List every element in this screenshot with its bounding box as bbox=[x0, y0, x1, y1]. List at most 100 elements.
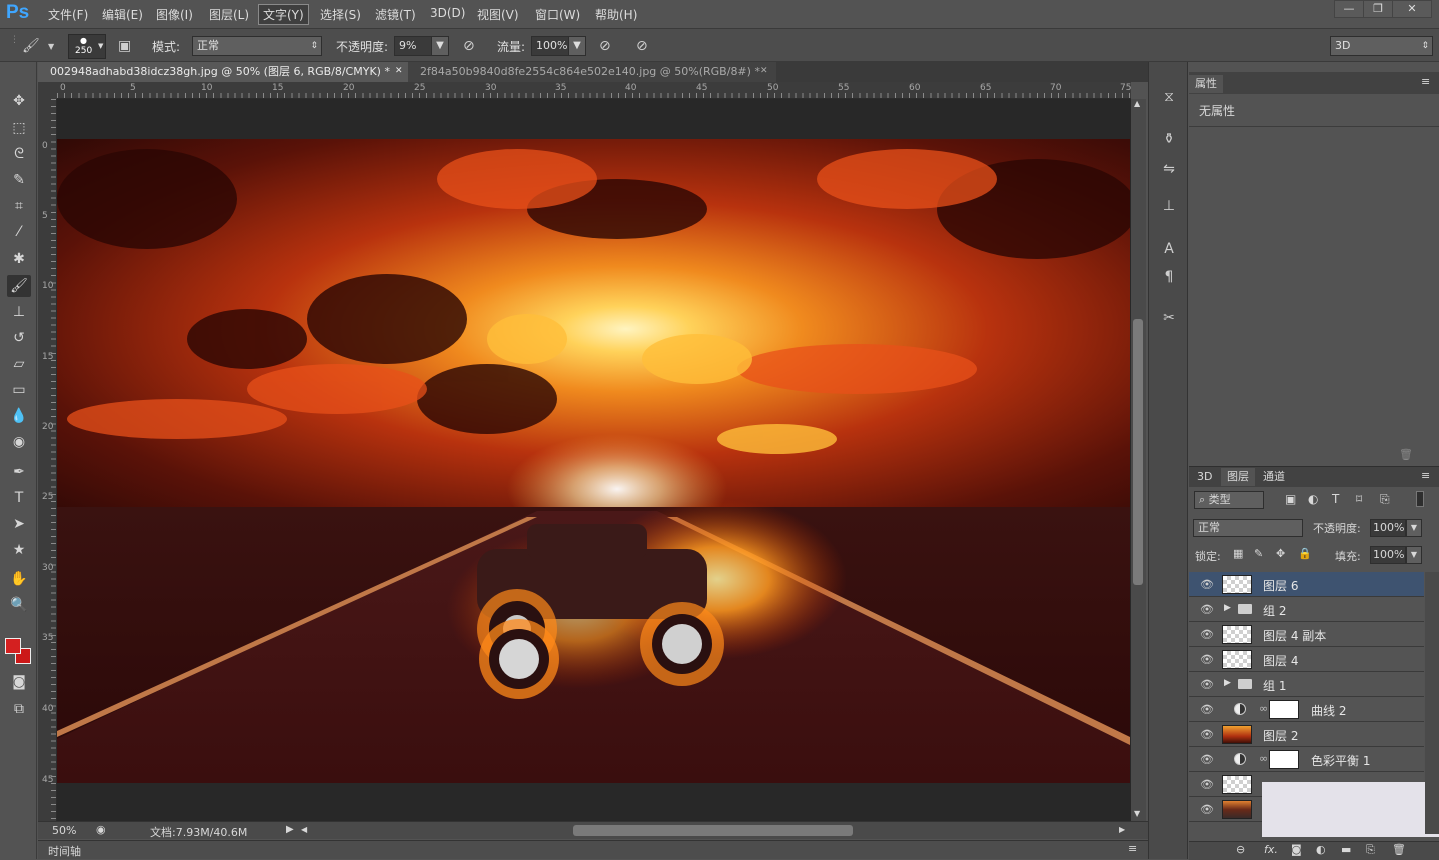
add-mask-icon[interactable]: ◙ bbox=[1291, 843, 1302, 856]
document-canvas[interactable] bbox=[57, 139, 1130, 783]
filter-adjustment-icon[interactable]: ◐ bbox=[1308, 492, 1318, 506]
menu-layer[interactable]: 图层(L) bbox=[205, 5, 253, 24]
stamp-icon[interactable]: ⊥ bbox=[7, 301, 31, 323]
tab-3d[interactable]: 3D bbox=[1191, 468, 1218, 486]
visibility-eye-icon[interactable]: 👁 bbox=[1200, 678, 1214, 691]
eyedropper-icon[interactable]: ⁄ bbox=[7, 221, 31, 243]
pressure-size-icon[interactable]: ⊘ bbox=[636, 38, 648, 54]
lock-position-icon[interactable]: ✥ bbox=[1276, 547, 1285, 560]
preset-dropdown-icon[interactable]: ▼ bbox=[48, 42, 54, 51]
blur-icon[interactable]: 💧 bbox=[7, 405, 31, 427]
layer-opacity-dropdown[interactable]: ▼ bbox=[1406, 519, 1422, 537]
dodge-icon[interactable]: ◉ bbox=[7, 431, 31, 453]
filter-shape-icon[interactable]: ⌑ bbox=[1356, 492, 1362, 506]
mode-select[interactable]: 正常 ⇕ bbox=[192, 36, 322, 56]
brush-presets-icon[interactable]: ⚱ bbox=[1158, 128, 1180, 150]
tab-document-2[interactable]: 2f84a50b9840d8fe2554c864e502e140.jpg @ 5… bbox=[408, 62, 776, 82]
scroll-up-icon[interactable]: ▲ bbox=[1134, 99, 1140, 108]
delete-layer-icon[interactable]: 🗑 bbox=[1392, 843, 1406, 856]
visibility-eye-icon[interactable]: 👁 bbox=[1200, 653, 1214, 666]
pen-icon[interactable]: ✒ bbox=[7, 461, 31, 483]
foreground-color-swatch[interactable] bbox=[5, 638, 21, 654]
close-icon[interactable]: ✕ bbox=[395, 62, 403, 81]
horizontal-scroll-thumb[interactable] bbox=[573, 825, 853, 836]
gradient-icon[interactable]: ▭ bbox=[7, 379, 31, 401]
vertical-scrollbar[interactable]: ▲ ▼ bbox=[1131, 99, 1146, 821]
menu-file[interactable]: 文件(F) bbox=[44, 5, 92, 24]
menu-view[interactable]: 视图(V) bbox=[473, 5, 523, 24]
visibility-eye-icon[interactable]: 👁 bbox=[1200, 803, 1214, 816]
minimize-button[interactable]: — bbox=[1334, 0, 1364, 18]
menu-image[interactable]: 图像(I) bbox=[152, 5, 197, 24]
quick-mask-icon[interactable]: ◙ bbox=[7, 671, 31, 693]
brush-size-picker[interactable]: ● 250 ▼ bbox=[68, 34, 106, 59]
timeline-tab[interactable]: 时间轴 bbox=[48, 843, 81, 859]
menu-select[interactable]: 选择(S) bbox=[316, 5, 365, 24]
expand-triangle-icon[interactable]: ▶ bbox=[1224, 603, 1231, 613]
trash-icon[interactable]: 🗑 bbox=[1399, 448, 1413, 461]
scroll-left-icon[interactable]: ◀ bbox=[301, 825, 307, 834]
blend-mode-select[interactable]: 正常 bbox=[1193, 519, 1303, 537]
status-menu-arrow-icon[interactable]: ▶ bbox=[286, 824, 294, 835]
layer-row[interactable]: 👁 图层 2 bbox=[1189, 722, 1424, 747]
path-select-icon[interactable]: ➤ bbox=[7, 513, 31, 535]
menu-filter[interactable]: 滤镜(T) bbox=[371, 5, 420, 24]
visibility-eye-icon[interactable]: 👁 bbox=[1200, 628, 1214, 641]
airbrush-icon[interactable]: ⊘ bbox=[599, 38, 611, 54]
new-adjustment-icon[interactable]: ◐ bbox=[1316, 843, 1326, 856]
visibility-eye-icon[interactable]: 👁 bbox=[1200, 728, 1214, 741]
adjust-settings-icon[interactable]: ⇋ bbox=[1158, 158, 1180, 180]
filter-kind-select[interactable]: ⌕ 类型 bbox=[1194, 491, 1264, 509]
lock-transparent-icon[interactable]: ▦ bbox=[1233, 547, 1243, 560]
visibility-eye-icon[interactable]: 👁 bbox=[1200, 703, 1214, 716]
history-brush-icon[interactable]: ↺ bbox=[7, 327, 31, 349]
tool-presets-icon[interactable]: ✂ bbox=[1158, 307, 1180, 329]
quick-select-icon[interactable]: ✎ bbox=[7, 169, 31, 191]
panel-menu-icon[interactable]: ≡ bbox=[1421, 75, 1430, 88]
zoom-level[interactable]: 50% bbox=[52, 824, 76, 837]
layer-opacity-input[interactable]: 100% bbox=[1370, 519, 1406, 537]
layer-row[interactable]: 👁 ▶ 组 1 bbox=[1189, 672, 1424, 697]
menu-3d[interactable]: 3D(D) bbox=[426, 5, 469, 21]
crop-icon[interactable]: ⌗ bbox=[7, 195, 31, 217]
shape-icon[interactable]: ★ bbox=[7, 539, 31, 561]
new-layer-icon[interactable]: ⎘ bbox=[1366, 843, 1375, 857]
tab-layers[interactable]: 图层 bbox=[1221, 468, 1255, 486]
menu-help[interactable]: 帮助(H) bbox=[591, 5, 641, 24]
layers-scrollbar[interactable] bbox=[1425, 572, 1439, 834]
visibility-eye-icon[interactable]: 👁 bbox=[1200, 753, 1214, 766]
menu-edit[interactable]: 编辑(E) bbox=[98, 5, 147, 24]
opacity-dropdown[interactable]: ▼ bbox=[431, 36, 449, 56]
menu-window[interactable]: 窗口(W) bbox=[531, 5, 584, 24]
opacity-input[interactable]: 9% bbox=[394, 36, 432, 56]
eraser-icon[interactable]: ▱ bbox=[7, 353, 31, 375]
flow-dropdown[interactable]: ▼ bbox=[568, 36, 586, 56]
workspace-select[interactable]: 3D ⇕ bbox=[1330, 36, 1433, 56]
filter-smart-icon[interactable]: ⎘ bbox=[1380, 492, 1390, 507]
new-group-icon[interactable]: ▬ bbox=[1341, 843, 1351, 856]
filter-toggle[interactable] bbox=[1416, 491, 1424, 507]
marquee-icon[interactable]: ⬚ bbox=[7, 117, 31, 139]
brush-preset-icon[interactable]: 🖌 bbox=[22, 38, 40, 54]
layer-row[interactable]: 👁 图层 6 bbox=[1189, 572, 1424, 597]
link-layers-icon[interactable]: ⊖ bbox=[1236, 843, 1245, 856]
layer-row[interactable]: 👁 ▶ 组 2 bbox=[1189, 597, 1424, 622]
scroll-right-icon[interactable]: ▶ bbox=[1119, 825, 1125, 834]
scroll-down-icon[interactable]: ▼ bbox=[1134, 809, 1140, 818]
visibility-eye-icon[interactable]: 👁 bbox=[1200, 578, 1214, 591]
scroll-thumb[interactable] bbox=[1133, 319, 1143, 585]
hand-icon[interactable]: ✋ bbox=[7, 568, 31, 590]
menu-type[interactable]: 文字(Y) bbox=[258, 4, 309, 25]
visibility-eye-icon[interactable]: 👁 bbox=[1200, 603, 1214, 616]
history-panel-icon[interactable]: ⧖ bbox=[1158, 86, 1180, 108]
close-icon[interactable]: ✕ bbox=[760, 62, 768, 81]
healing-icon[interactable]: ✱ bbox=[7, 248, 31, 270]
lasso-icon[interactable]: ᘓ bbox=[7, 143, 31, 165]
pressure-opacity-icon[interactable]: ⊘ bbox=[463, 38, 475, 54]
layer-row[interactable]: 👁 图层 4 副本 bbox=[1189, 622, 1424, 647]
layer-row[interactable]: 👁 ∞ 曲线 2 bbox=[1189, 697, 1424, 722]
zoom-icon[interactable]: 🔍 bbox=[7, 594, 31, 616]
restore-button[interactable]: ❐ bbox=[1363, 0, 1393, 18]
layer-row[interactable]: 👁 图层 4 bbox=[1189, 647, 1424, 672]
clone-source-icon[interactable]: ⊥ bbox=[1158, 195, 1180, 217]
